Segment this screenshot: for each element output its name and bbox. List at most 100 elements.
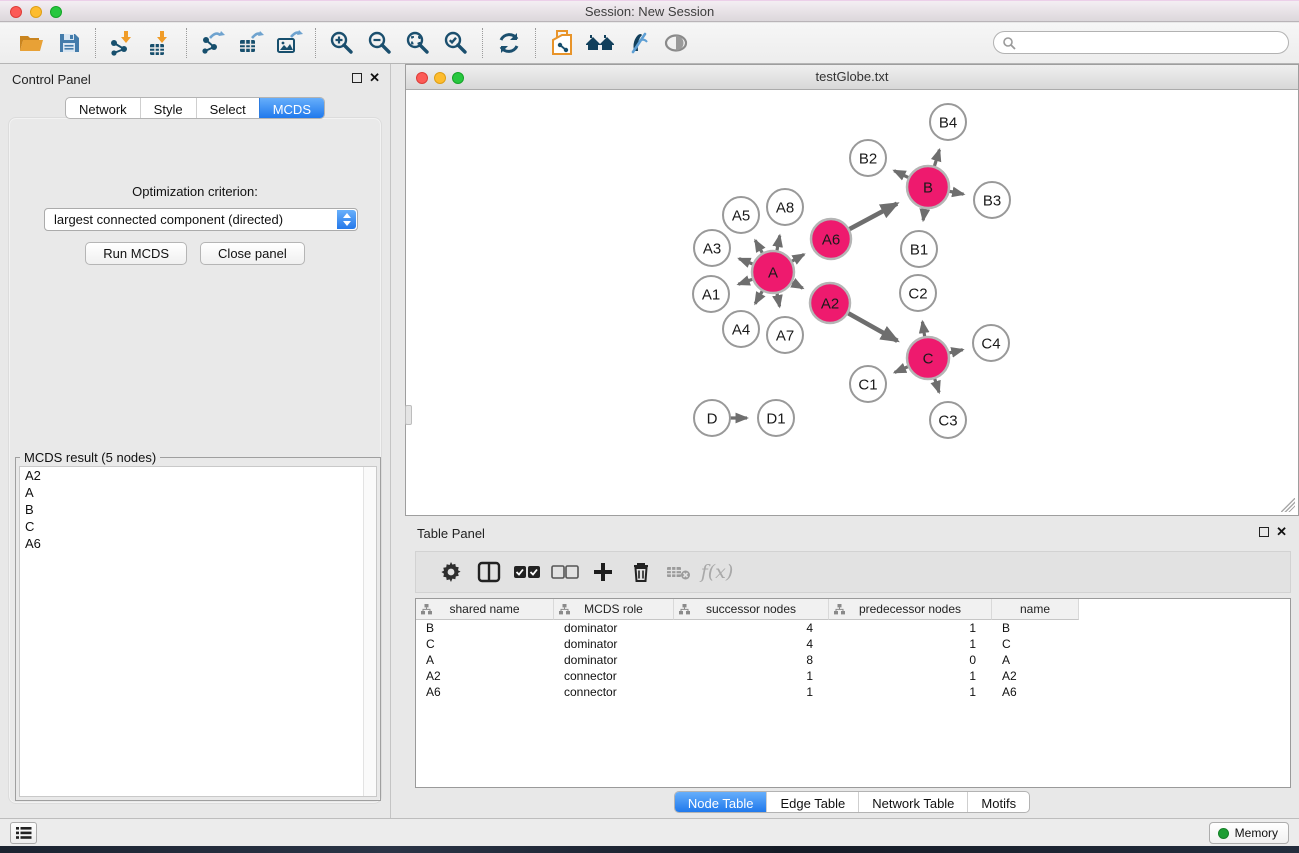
float-panel-icon[interactable] — [352, 73, 362, 83]
select-all-checks-icon[interactable] — [508, 554, 546, 590]
resize-grip-icon[interactable] — [1281, 498, 1295, 512]
result-list-item[interactable]: B — [20, 501, 376, 518]
cell-shared-name: A — [416, 652, 554, 668]
tab-mcds[interactable]: MCDS — [259, 98, 324, 118]
show-columns-icon[interactable] — [470, 554, 508, 590]
graph-node-C1[interactable]: C1 — [850, 366, 886, 402]
result-list-scrollbar[interactable] — [363, 467, 376, 796]
column-header-shared-name[interactable]: shared name — [416, 599, 554, 620]
cell-shared-name: A2 — [416, 668, 554, 684]
graph-node-A8[interactable]: A8 — [767, 189, 803, 225]
delete-table-icon[interactable] — [660, 554, 698, 590]
function-builder-icon[interactable]: f(x) — [698, 554, 736, 590]
graph-node-A7[interactable]: A7 — [767, 317, 803, 353]
search-input[interactable] — [1016, 34, 1288, 52]
column-header-predecessor-nodes[interactable]: predecessor nodes — [829, 599, 992, 620]
hide-graphics-icon[interactable] — [619, 26, 657, 60]
float-panel-icon[interactable] — [1259, 527, 1269, 537]
graph-node-B[interactable]: B — [907, 166, 949, 208]
export-image-icon[interactable] — [270, 26, 308, 60]
close-panel-icon[interactable]: ✕ — [369, 70, 380, 86]
column-header-MCDS-role[interactable]: MCDS role — [554, 599, 674, 620]
task-history-button[interactable] — [10, 822, 37, 844]
table-toolbar: f(x) — [415, 551, 1291, 593]
search-field[interactable] — [993, 31, 1289, 54]
import-table-icon[interactable] — [141, 26, 179, 60]
zoom-fit-icon[interactable] — [399, 26, 437, 60]
open-session-icon[interactable] — [12, 26, 50, 60]
network-window-title: testGlobe.txt — [406, 69, 1298, 84]
memory-button[interactable]: Memory — [1209, 822, 1289, 844]
result-list-item[interactable]: A — [20, 484, 376, 501]
graph-node-A2[interactable]: A2 — [810, 283, 850, 323]
table-panel-title: Table Panel — [417, 526, 485, 541]
network-graph[interactable]: B4 B2 B B3 A8A5 A6 A3 B1 A A1 C2 A2 A4A7 C4 C C1 C3 D D1 — [407, 91, 1299, 515]
table-panel: Table Panel ✕ — [405, 518, 1299, 818]
table-row[interactable]: Cdominator41C — [416, 636, 1290, 652]
table-row[interactable]: A2connector11A2 — [416, 668, 1290, 684]
close-panel-icon[interactable]: ✕ — [1276, 524, 1287, 540]
network-canvas[interactable]: B4 B2 B B3 A8A5 A6 A3 B1 A A1 C2 A2 A4A7 C4 C C1 C3 D D1 — [407, 91, 1297, 514]
add-column-icon[interactable] — [584, 554, 622, 590]
graph-node-B4[interactable]: B4 — [930, 104, 966, 140]
run-mcds-button[interactable]: Run MCDS — [85, 242, 187, 265]
graph-node-B3[interactable]: B3 — [974, 182, 1010, 218]
close-panel-button[interactable]: Close panel — [200, 242, 305, 265]
tab-node-table[interactable]: Node Table — [675, 792, 767, 812]
apply-layout-icon[interactable] — [490, 26, 528, 60]
graph-node-A4[interactable]: A4 — [723, 311, 759, 347]
table-row[interactable]: Bdominator41B — [416, 620, 1290, 636]
graph-node-A3[interactable]: A3 — [694, 230, 730, 266]
export-table-icon[interactable] — [232, 26, 270, 60]
zoom-out-icon[interactable] — [361, 26, 399, 60]
show-graphics-icon[interactable] — [657, 26, 695, 60]
graph-node-A6[interactable]: A6 — [811, 219, 851, 259]
graph-node-label: D1 — [766, 410, 785, 427]
table-row[interactable]: A6connector11A6 — [416, 684, 1290, 700]
panel-grabber-handle[interactable] — [405, 405, 412, 425]
save-session-icon[interactable] — [50, 26, 88, 60]
graph-node-A5[interactable]: A5 — [723, 197, 759, 233]
cell-predecessor-nodes: 1 — [829, 620, 992, 636]
graph-node-A1[interactable]: A1 — [693, 276, 729, 312]
criterion-select[interactable]: largest connected component (directed) — [44, 208, 358, 231]
cell-MCDS-role: connector — [554, 684, 674, 700]
tab-network[interactable]: Network — [66, 98, 140, 118]
network-view-window: testGlobe.txt B4 B2 B B3 A8A5 A6 A3 B1 A A1 C2 A2 A4… — [405, 64, 1299, 516]
graph-node-D1[interactable]: D1 — [758, 400, 794, 436]
column-settings-gear-icon[interactable] — [432, 554, 470, 590]
column-header-name[interactable]: name — [992, 599, 1079, 620]
graph-node-D[interactable]: D — [694, 400, 730, 436]
tab-edge-table[interactable]: Edge Table — [766, 792, 858, 812]
graph-node-C2[interactable]: C2 — [900, 275, 936, 311]
tab-select[interactable]: Select — [196, 98, 259, 118]
clone-network-icon[interactable] — [543, 26, 581, 60]
control-panel: Control Panel ✕ NetworkStyleSelectMCDS O… — [0, 64, 391, 818]
toolbar-separator — [315, 28, 316, 58]
graph-node-C[interactable]: C — [907, 337, 949, 379]
cell-name: A — [992, 652, 1079, 668]
graph-node-A[interactable]: A — [752, 251, 794, 293]
graph-node-B2[interactable]: B2 — [850, 140, 886, 176]
tab-motifs[interactable]: Motifs — [967, 792, 1029, 812]
network-window-titlebar[interactable]: testGlobe.txt — [406, 65, 1298, 90]
tab-style[interactable]: Style — [140, 98, 196, 118]
import-network-icon[interactable] — [103, 26, 141, 60]
delete-column-icon[interactable] — [622, 554, 660, 590]
tab-network-table[interactable]: Network Table — [858, 792, 967, 812]
export-network-icon[interactable] — [194, 26, 232, 60]
graph-node-C4[interactable]: C4 — [973, 325, 1009, 361]
result-list-item[interactable]: A2 — [20, 467, 376, 484]
deselect-all-checks-icon[interactable] — [546, 554, 584, 590]
column-header-successor-nodes[interactable]: successor nodes — [674, 599, 829, 620]
graph-node-C3[interactable]: C3 — [930, 402, 966, 438]
zoom-selected-icon[interactable] — [437, 26, 475, 60]
home-view-icon[interactable] — [581, 26, 619, 60]
graph-node-B1[interactable]: B1 — [901, 231, 937, 267]
zoom-in-icon[interactable] — [323, 26, 361, 60]
toolbar-separator — [186, 28, 187, 58]
mcds-result-list: A2ABCA6 — [19, 466, 377, 797]
result-list-item[interactable]: A6 — [20, 535, 376, 552]
result-list-item[interactable]: C — [20, 518, 376, 535]
table-row[interactable]: Adominator80A — [416, 652, 1290, 668]
